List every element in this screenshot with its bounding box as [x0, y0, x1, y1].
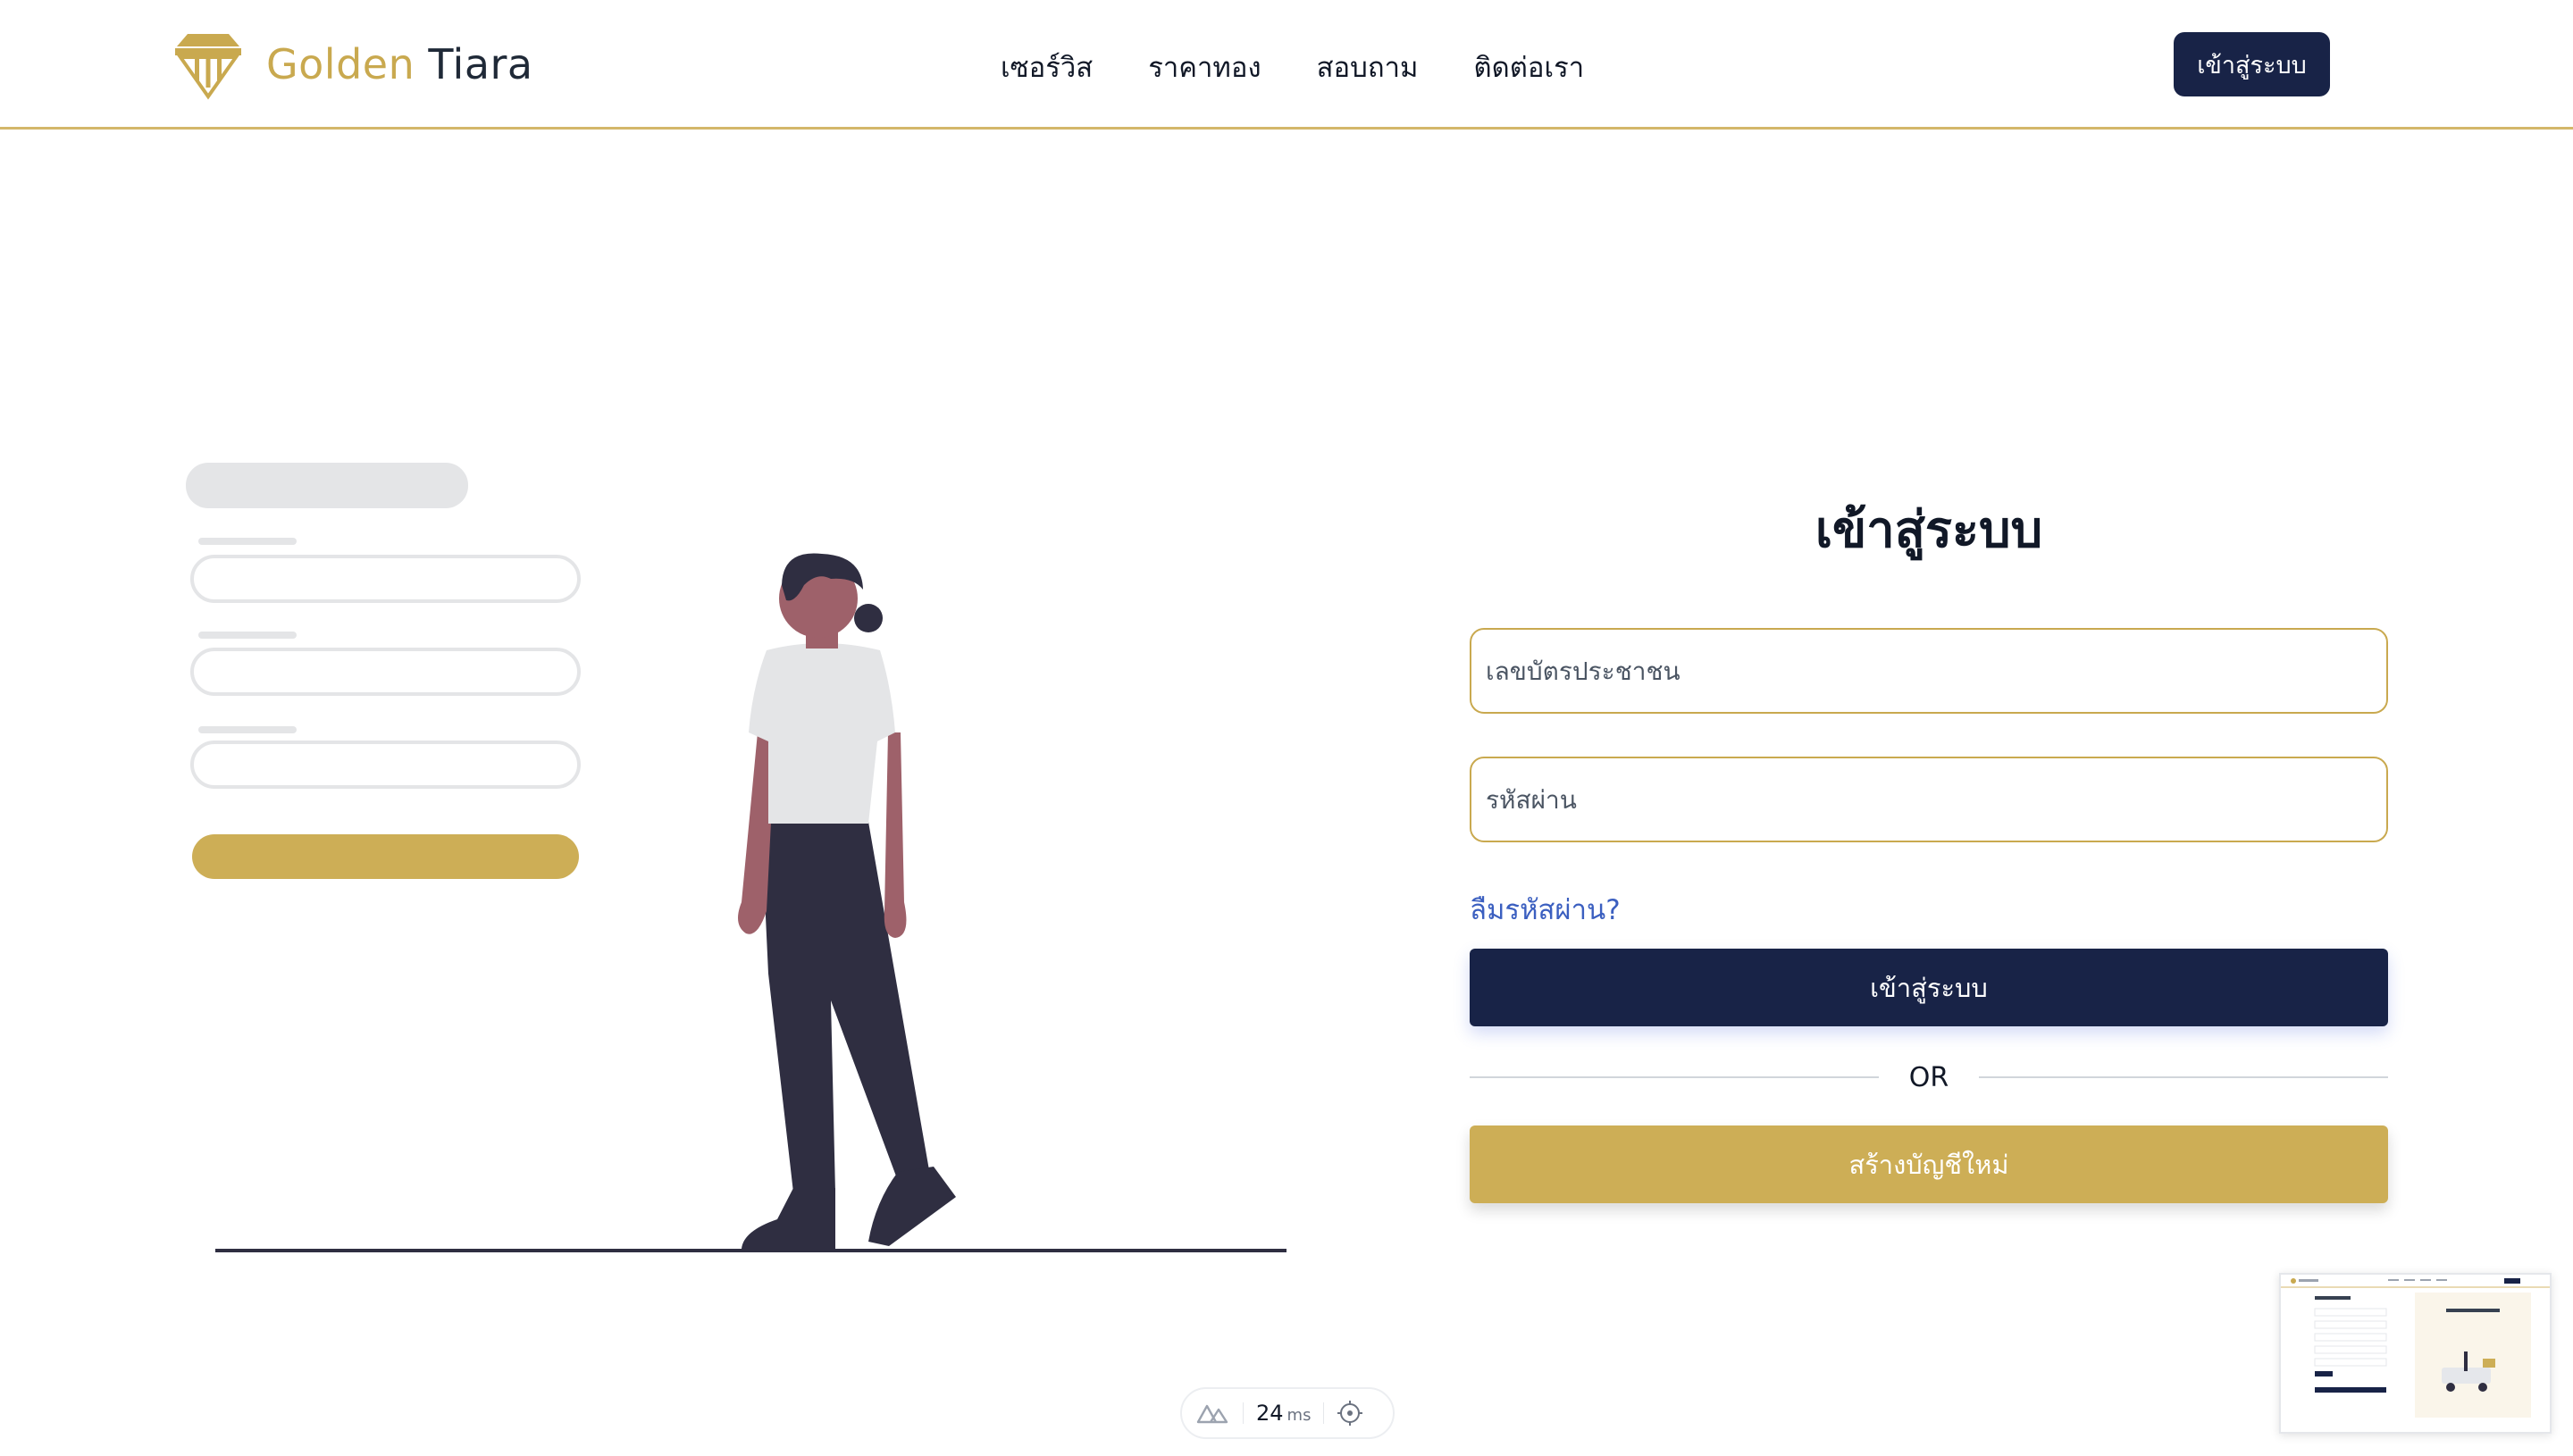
or-label: OR — [1908, 1061, 1949, 1093]
forgot-password-link[interactable]: ลืมรหัสผ่าน? — [1470, 887, 1621, 932]
divider-line-left — [1470, 1076, 1879, 1078]
page-preview-thumbnail[interactable] — [2279, 1273, 2552, 1434]
render-time-unit: ms — [1286, 1406, 1312, 1425]
mock-input-1 — [190, 555, 581, 603]
mock-form-title-bar — [186, 463, 468, 508]
login-submit-button[interactable]: เข้าสู่ระบบ — [1470, 949, 2388, 1026]
render-time-value: 24 — [1256, 1401, 1284, 1426]
thumbnail-image — [2281, 1275, 2550, 1418]
password-input[interactable] — [1470, 757, 2388, 842]
pill-separator-1 — [1243, 1402, 1244, 1424]
create-account-button[interactable]: สร้างบัญชีใหม่ — [1470, 1125, 2388, 1203]
header-login-button[interactable]: เข้าสู่ระบบ — [2174, 32, 2330, 96]
mock-label-3 — [198, 726, 297, 733]
pill-separator-2 — [1323, 1402, 1325, 1424]
mock-input-3 — [190, 741, 581, 789]
nav-contact[interactable]: ติดต่อเรา — [1473, 45, 1584, 89]
nuxt-logo-icon — [1196, 1404, 1228, 1424]
divider-line-right — [1979, 1076, 2388, 1078]
login-illustration — [186, 463, 1286, 1252]
mock-input-2 — [190, 648, 581, 696]
or-divider: OR — [1470, 1059, 2388, 1095]
crosshair-icon[interactable] — [1337, 1400, 1363, 1427]
devtools-indicator[interactable]: 24 ms — [1180, 1387, 1395, 1439]
standing-person-figure — [738, 553, 956, 1249]
render-time: 24 ms — [1256, 1401, 1311, 1426]
mock-submit-button — [192, 834, 579, 879]
mock-label-1 — [198, 538, 297, 545]
mock-label-2 — [198, 632, 297, 639]
login-title: เข้าสู่ระบบ — [1815, 501, 2043, 559]
national-id-input[interactable] — [1470, 628, 2388, 714]
